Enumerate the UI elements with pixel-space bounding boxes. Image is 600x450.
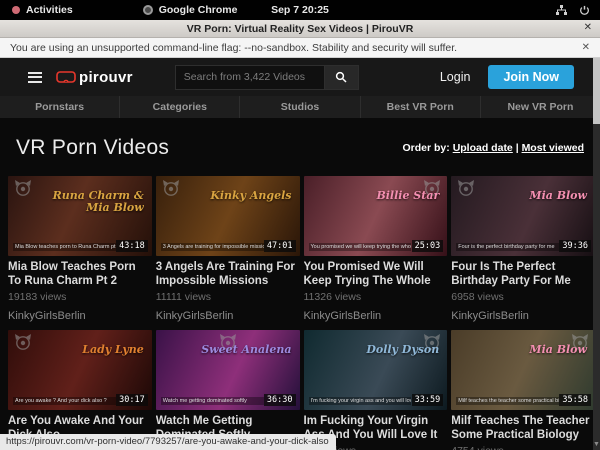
thumbnail-caption: 3 Angels are training for impossible mis…	[161, 243, 264, 251]
warning-close-icon[interactable]: ✕	[582, 42, 590, 53]
video-duration-badge: 25:03	[412, 240, 444, 252]
thumbnail-model-name: Runa Charm & Mia Blow	[43, 190, 144, 213]
video-studio-link[interactable]: KinkyGirlsBerlin	[304, 310, 448, 322]
nav-item-categories[interactable]: Categories	[119, 96, 239, 118]
video-studio-link[interactable]: KinkyGirlsBerlin	[451, 310, 595, 322]
thumbnail-caption: I'm fucking your virgin ass and you will…	[309, 397, 412, 405]
screen: Activities Google Chrome Sep 7 20:25 VR …	[0, 0, 600, 450]
thumbnail-caption: Milf teaches the teacher some practical …	[456, 397, 559, 405]
video-duration-badge: 30:17	[116, 394, 148, 406]
video-grid: Runa Charm & Mia Blow Mia Blow teaches p…	[0, 176, 600, 450]
menu-icon[interactable]	[28, 69, 42, 85]
video-card[interactable]: Kinky Angels 3 Angels are training for i…	[156, 176, 300, 330]
thumbnail-model-name: Dolly Dyson	[366, 344, 439, 356]
scroll-down-arrow-icon[interactable]: ▼	[593, 441, 600, 448]
clock[interactable]: Sep 7 20:25	[0, 4, 600, 16]
video-thumbnail[interactable]: Sweet Analena Watch me getting dominated…	[156, 330, 300, 410]
flag-warning-bar: You are using an unsupported command-lin…	[0, 38, 600, 58]
video-card[interactable]: Sweet Analena Watch me getting dominated…	[156, 330, 300, 450]
thumbnail-model-name: Mia Blow	[529, 344, 587, 356]
cat-mask-icon	[162, 180, 180, 201]
page-header: VR Porn Videos Order by: Upload date | M…	[0, 118, 600, 176]
cat-mask-icon	[457, 180, 475, 201]
site-header: pirouvr Login Join Now	[0, 58, 600, 96]
window-titlebar[interactable]: VR Porn: Virtual Reality Sex Videos | Pi…	[0, 20, 600, 38]
thumbnail-caption: Four is the perfect birthday party for m…	[456, 243, 559, 251]
thumbnail-caption: Watch me getting dominated softly	[161, 397, 264, 405]
flag-warning-text: You are using an unsupported command-lin…	[10, 42, 457, 54]
video-duration-badge: 39:36	[559, 240, 591, 252]
main-nav: Pornstars Categories Studios Best VR Por…	[0, 96, 600, 118]
video-card[interactable]: Billie Star You promised we will keep tr…	[304, 176, 448, 330]
window-title: VR Porn: Virtual Reality Sex Videos | Pi…	[187, 23, 414, 35]
video-card[interactable]: Mia Blow Four is the perfect birthday pa…	[451, 176, 595, 330]
thumbnail-model-name: Kinky Angels	[210, 190, 291, 202]
thumbnail-model-name: Sweet Analena	[201, 344, 291, 356]
video-duration-badge: 35:58	[559, 394, 591, 406]
thumbnail-caption: You promised we will keep trying the who…	[309, 243, 412, 251]
network-icon[interactable]	[556, 5, 567, 16]
window-close-icon[interactable]: ✕	[584, 22, 592, 33]
video-title[interactable]: Milf Teaches The Teacher Some Practical …	[451, 415, 595, 443]
video-views: 11326 views	[304, 291, 448, 303]
video-card[interactable]: Mia Blow Milf teaches the teacher some p…	[451, 330, 595, 450]
video-title[interactable]: You Promised We Will Keep Trying The Who…	[304, 261, 448, 289]
scrollbar[interactable]: ▼	[593, 58, 600, 450]
power-icon[interactable]	[579, 5, 590, 16]
video-thumbnail[interactable]: Runa Charm & Mia Blow Mia Blow teaches p…	[8, 176, 152, 256]
nav-item-pornstars[interactable]: Pornstars	[0, 96, 119, 118]
page-title: VR Porn Videos	[16, 136, 169, 160]
order-by-label: Order by:	[403, 142, 450, 154]
video-title[interactable]: Mia Blow Teaches Porn To Runa Charm Pt 2	[8, 261, 152, 289]
login-link[interactable]: Login	[440, 70, 471, 84]
video-duration-badge: 36:30	[264, 394, 296, 406]
nav-item-best-vr-porn[interactable]: Best VR Porn	[360, 96, 480, 118]
video-views: 11111 views	[156, 291, 300, 303]
video-studio-link[interactable]: KinkyGirlsBerlin	[8, 310, 152, 322]
browser-viewport: pirouvr Login Join Now Pornstars Categor…	[0, 58, 600, 450]
video-thumbnail[interactable]: Kinky Angels 3 Angels are training for i…	[156, 176, 300, 256]
order-by: Order by: Upload date | Most viewed	[403, 142, 585, 154]
video-title[interactable]: 3 Angels Are Training For Impossible Mis…	[156, 261, 300, 289]
nav-item-new-vr-porn[interactable]: New VR Porn	[480, 96, 600, 118]
nav-item-studios[interactable]: Studios	[239, 96, 359, 118]
video-card[interactable]: Dolly Dyson I'm fucking your virgin ass …	[304, 330, 448, 450]
video-card[interactable]: Lady Lyne Are you awake ? And your dick …	[8, 330, 152, 450]
search-input[interactable]	[175, 65, 325, 90]
video-thumbnail[interactable]: Lady Lyne Are you awake ? And your dick …	[8, 330, 152, 410]
video-views: 19183 views	[8, 291, 152, 303]
video-thumbnail[interactable]: Mia Blow Four is the perfect birthday pa…	[451, 176, 595, 256]
system-top-bar: Activities Google Chrome Sep 7 20:25	[0, 0, 600, 20]
cat-mask-icon	[14, 334, 32, 355]
status-url-bubble: https://pirouvr.com/vr-porn-video/779325…	[0, 434, 336, 450]
video-studio-link[interactable]: KinkyGirlsBerlin	[156, 310, 300, 322]
scrollbar-thumb[interactable]	[593, 58, 600, 124]
video-card[interactable]: Runa Charm & Mia Blow Mia Blow teaches p…	[8, 176, 152, 330]
search-icon	[335, 71, 347, 83]
video-views: 4754 views	[451, 445, 595, 450]
vr-goggles-icon	[56, 71, 76, 83]
video-duration-badge: 43:18	[116, 240, 148, 252]
order-separator: |	[513, 142, 522, 154]
video-title[interactable]: Four Is The Perfect Birthday Party For M…	[451, 261, 595, 289]
thumbnail-caption: Mia Blow teaches porn to Runa Charm pt. …	[13, 243, 116, 251]
thumbnail-caption: Are you awake ? And your dick also ?	[13, 397, 116, 405]
thumbnail-model-name: Billie Star	[376, 190, 439, 202]
video-views: 6958 views	[451, 291, 595, 303]
thumbnail-model-name: Lady Lyne	[82, 344, 144, 356]
site-logo-text: pirouvr	[79, 69, 133, 86]
video-thumbnail[interactable]: Dolly Dyson I'm fucking your virgin ass …	[304, 330, 448, 410]
order-upload-date-link[interactable]: Upload date	[453, 142, 513, 154]
video-thumbnail[interactable]: Mia Blow Milf teaches the teacher some p…	[451, 330, 595, 410]
video-thumbnail[interactable]: Billie Star You promised we will keep tr…	[304, 176, 448, 256]
join-now-button[interactable]: Join Now	[488, 65, 574, 89]
site-logo[interactable]: pirouvr	[56, 69, 133, 86]
search-button[interactable]	[325, 65, 359, 90]
cat-mask-icon	[14, 180, 32, 201]
video-duration-badge: 33:59	[412, 394, 444, 406]
order-most-viewed-link[interactable]: Most viewed	[522, 142, 584, 154]
thumbnail-model-name: Mia Blow	[529, 190, 587, 202]
video-duration-badge: 47:01	[264, 240, 296, 252]
